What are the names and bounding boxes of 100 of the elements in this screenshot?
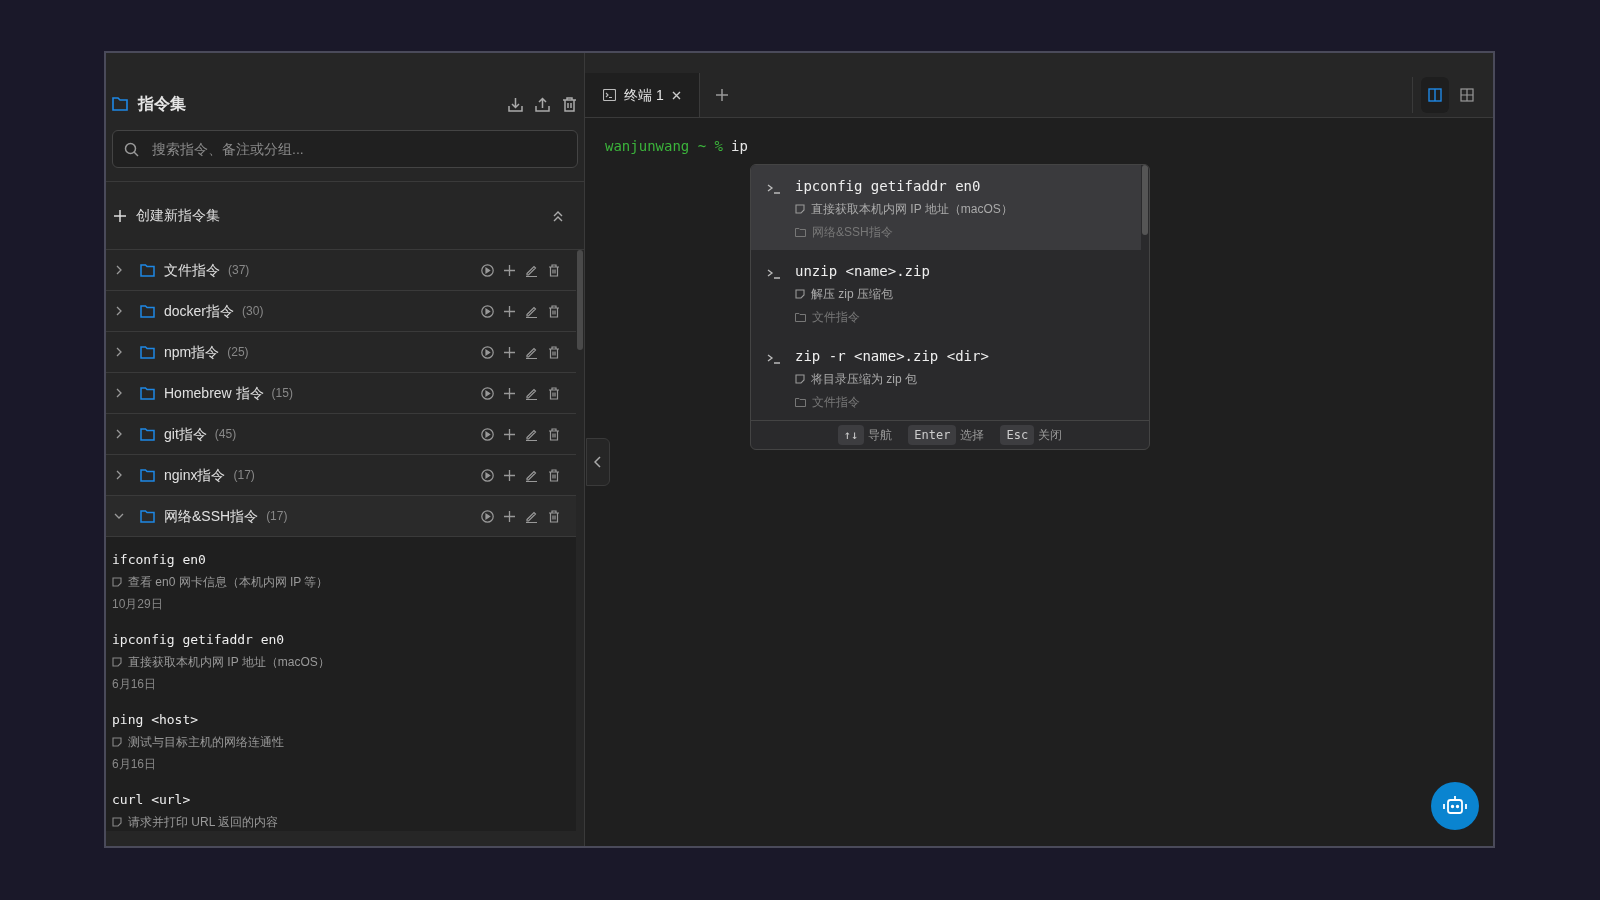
- group-name: nginx指令: [164, 465, 226, 485]
- group-count: (17): [233, 467, 255, 484]
- play-icon[interactable]: [481, 509, 494, 523]
- create-collection-button[interactable]: 创建新指令集: [114, 205, 220, 226]
- plus-icon[interactable]: [504, 264, 515, 276]
- prompt-icon: [767, 268, 781, 279]
- plus-icon[interactable]: [504, 428, 515, 440]
- plus-icon[interactable]: [504, 510, 515, 522]
- trash-icon[interactable]: [548, 509, 560, 523]
- note-icon: [112, 577, 122, 587]
- terminal-prompt: wanjunwang ~ %: [605, 137, 723, 156]
- command-note: 直接获取本机内网 IP 地址（macOS）: [128, 654, 330, 671]
- collapse-all-icon[interactable]: [552, 209, 564, 222]
- edit-icon[interactable]: [525, 509, 538, 523]
- command-date: 10月29日: [112, 596, 164, 613]
- prompt-icon: [767, 353, 781, 364]
- hint-label: 选择: [960, 427, 985, 444]
- collapse-sidebar-button[interactable]: [586, 438, 610, 486]
- search-icon: [124, 142, 139, 157]
- trash-icon[interactable]: [548, 263, 560, 277]
- grid-view-icon: [1460, 88, 1474, 102]
- suggestion-item[interactable]: unzip <name>.zip 解压 zip 压缩包 文件指令: [751, 250, 1141, 335]
- key-cap: ↑↓: [837, 425, 865, 445]
- play-icon[interactable]: [481, 345, 494, 359]
- close-icon[interactable]: [671, 90, 681, 100]
- hint-label: 关闭: [1038, 427, 1063, 444]
- group-count: (37): [228, 262, 250, 279]
- edit-icon[interactable]: [525, 468, 538, 482]
- play-icon[interactable]: [481, 386, 494, 400]
- trash-icon[interactable]: [548, 345, 560, 359]
- play-icon[interactable]: [481, 468, 494, 482]
- group-name: 文件指令: [164, 260, 220, 280]
- prompt-icon: [767, 183, 781, 194]
- trash-icon[interactable]: [548, 427, 560, 441]
- trash-icon[interactable]: [548, 468, 560, 482]
- trash-icon[interactable]: [548, 304, 560, 318]
- split-view-icon: [1428, 88, 1442, 102]
- trash-icon[interactable]: [548, 386, 560, 400]
- chevron-down-icon: [114, 511, 124, 521]
- command-date: 6月16日: [112, 676, 158, 693]
- group-count: (25): [227, 344, 249, 361]
- plus-icon[interactable]: [504, 469, 515, 481]
- typed-command: ip: [731, 137, 748, 156]
- folder-icon: [795, 312, 806, 322]
- group-row[interactable]: 文件指令 (37): [106, 250, 576, 291]
- command-text: ipconfig getifaddr en0: [112, 631, 286, 649]
- edit-icon[interactable]: [525, 345, 538, 359]
- plus-icon[interactable]: [504, 346, 515, 358]
- download-icon[interactable]: [507, 95, 524, 113]
- search-field[interactable]: 搜索指令、备注或分组...: [112, 130, 578, 168]
- scrollbar-thumb[interactable]: [1142, 165, 1148, 235]
- panel-title: 指令集: [138, 94, 186, 114]
- key-cap: Esc: [1000, 425, 1035, 445]
- folder-icon: [140, 345, 155, 359]
- command-note: 查看 en0 网卡信息（本机内网 IP 等）: [128, 574, 329, 591]
- plus-icon[interactable]: [504, 387, 515, 399]
- note-icon: [112, 657, 122, 667]
- group-row[interactable]: 网络&SSH指令 (17): [106, 496, 576, 537]
- chevron-right-icon: [114, 265, 124, 275]
- chevron-right-icon: [114, 470, 124, 480]
- chevron-right-icon: [114, 347, 124, 357]
- folder-icon: [140, 263, 155, 277]
- group-row[interactable]: Homebrew 指令 (15): [106, 373, 576, 414]
- command-date: 6月16日: [112, 756, 158, 773]
- play-icon[interactable]: [481, 263, 494, 277]
- note-icon: [112, 737, 122, 747]
- scrollbar-thumb[interactable]: [577, 250, 583, 350]
- group-row[interactable]: docker指令 (30): [106, 291, 576, 332]
- folder-icon: [795, 227, 806, 237]
- group-row[interactable]: git指令 (45): [106, 414, 576, 455]
- folder-icon: [795, 397, 806, 407]
- add-tab-icon[interactable]: [714, 88, 729, 102]
- folder-icon: [140, 304, 155, 318]
- command-text: ping <host>: [112, 711, 200, 729]
- edit-icon[interactable]: [525, 304, 538, 318]
- group-name: git指令: [164, 424, 207, 444]
- chevron-right-icon: [114, 388, 124, 398]
- plus-icon[interactable]: [504, 305, 515, 317]
- chevron-right-icon: [114, 429, 124, 439]
- hint-label: 导航: [868, 427, 893, 444]
- folder-icon: [140, 386, 155, 400]
- command-note: 请求并打印 URL 返回的内容: [128, 814, 279, 831]
- note-icon: [795, 374, 805, 384]
- upload-icon[interactable]: [534, 95, 551, 113]
- play-icon[interactable]: [481, 427, 494, 441]
- suggestion-item[interactable]: zip -r <name>.zip <dir> 将目录压缩为 zip 包 文件指令: [751, 335, 1141, 420]
- note-icon: [795, 204, 805, 214]
- group-count: (15): [271, 385, 293, 402]
- group-row[interactable]: npm指令 (25): [106, 332, 576, 373]
- chevron-right-icon: [114, 306, 124, 316]
- terminal-tab[interactable]: 终端 1: [585, 73, 699, 117]
- play-icon[interactable]: [481, 304, 494, 318]
- trash-icon[interactable]: [561, 95, 578, 113]
- edit-icon[interactable]: [525, 386, 538, 400]
- group-name: docker指令: [164, 301, 235, 321]
- edit-icon[interactable]: [525, 427, 538, 441]
- folder-icon: [140, 468, 155, 482]
- layout-split-button[interactable]: [1421, 77, 1449, 113]
- command-text: ifconfig en0: [112, 551, 207, 569]
- edit-icon[interactable]: [525, 263, 538, 277]
